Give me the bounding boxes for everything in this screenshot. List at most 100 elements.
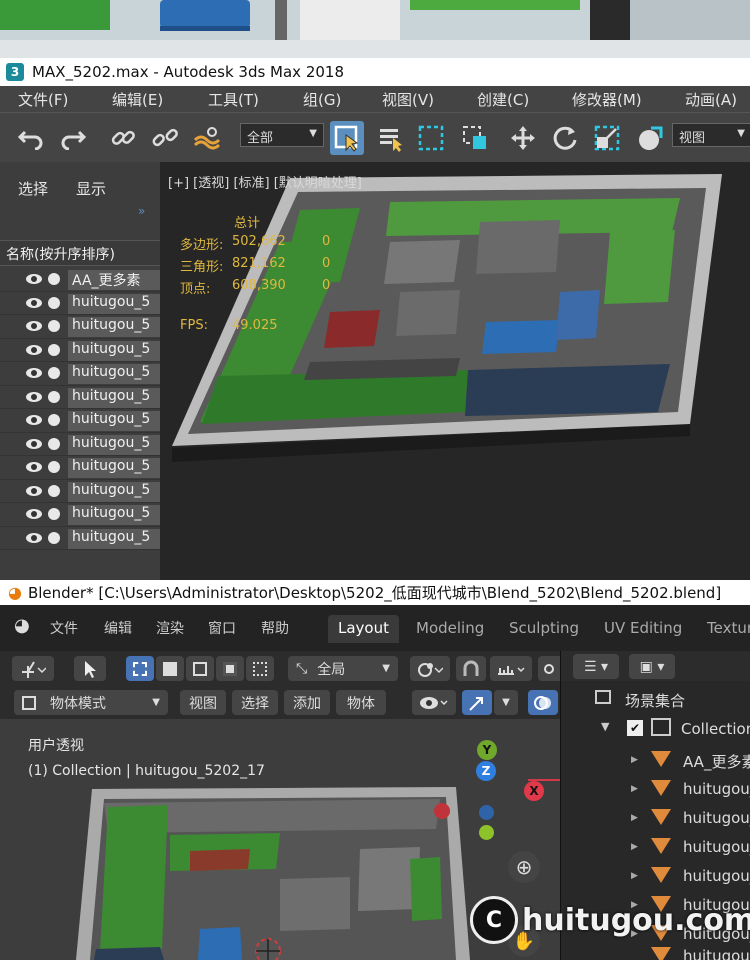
blender-logo-icon[interactable]: ◕ bbox=[14, 615, 30, 636]
select-subtract-icon[interactable] bbox=[186, 656, 214, 681]
explorer-column-header[interactable]: 名称(按升序排序) bbox=[0, 240, 160, 266]
menu-view[interactable]: 视图(V) bbox=[382, 89, 434, 110]
menu-edit[interactable]: 编辑(E) bbox=[112, 89, 163, 110]
outliner-scene-collection[interactable]: 场景集合 bbox=[561, 687, 750, 716]
tab-sculpting[interactable]: Sculpting bbox=[499, 615, 589, 643]
visibility-eye-icon[interactable] bbox=[26, 415, 42, 425]
menu-animation[interactable]: 动画(A) bbox=[685, 89, 737, 110]
select-extend-icon[interactable] bbox=[156, 656, 184, 681]
transform-pivot-icon[interactable] bbox=[12, 656, 54, 681]
gizmo-x-axis[interactable]: X bbox=[524, 781, 544, 801]
outliner-item[interactable]: huitugou_ bbox=[561, 941, 750, 960]
explorer-row[interactable]: AA_更多素 bbox=[0, 268, 160, 292]
unlink-icon[interactable] bbox=[148, 121, 182, 155]
pivot-point-icon[interactable] bbox=[410, 656, 450, 681]
filter-icon[interactable]: ▣ ▾ bbox=[629, 654, 675, 679]
freeze-dot-icon[interactable] bbox=[48, 320, 60, 332]
visibility-eye-icon[interactable] bbox=[26, 485, 42, 496]
select-and-place-icon[interactable] bbox=[632, 121, 666, 155]
select-cursor-icon[interactable] bbox=[74, 656, 106, 681]
window-crossing-icon[interactable] bbox=[458, 121, 492, 155]
rotate-icon[interactable] bbox=[548, 121, 582, 155]
freeze-dot-icon[interactable] bbox=[48, 273, 60, 285]
visibility-eye-icon[interactable] bbox=[26, 344, 42, 355]
menu-window[interactable]: 窗口 bbox=[208, 618, 236, 638]
redo-icon[interactable] bbox=[56, 121, 90, 155]
reference-coordinate-dropdown[interactable]: 视图 ▼ bbox=[672, 123, 750, 147]
outliner-item[interactable]: ▶ huitugou_ bbox=[561, 861, 750, 890]
select-by-name-icon[interactable] bbox=[374, 121, 408, 155]
freeze-dot-icon[interactable] bbox=[48, 531, 60, 544]
freeze-dot-icon[interactable] bbox=[48, 414, 60, 426]
menu-help[interactable]: 帮助 bbox=[261, 618, 289, 638]
explorer-row[interactable]: huitugou_5 bbox=[0, 362, 160, 386]
menu-file[interactable]: 文件 bbox=[50, 618, 78, 638]
menu-edit[interactable]: 编辑 bbox=[104, 618, 132, 638]
freeze-dot-icon[interactable] bbox=[48, 437, 60, 450]
transform-orientation-dropdown[interactable]: ⤡ 全局 ▼ bbox=[288, 656, 398, 681]
explorer-tab-select[interactable]: 选择 bbox=[18, 178, 48, 199]
tab-uv-editing[interactable]: UV Editing bbox=[594, 615, 692, 643]
menu-object[interactable]: 物体 bbox=[336, 690, 386, 715]
selection-filter-dropdown[interactable]: 全部 ▼ bbox=[240, 123, 324, 147]
freeze-dot-icon[interactable] bbox=[48, 461, 60, 473]
link-icon[interactable] bbox=[106, 121, 140, 155]
menu-select[interactable]: 选择 bbox=[232, 690, 278, 715]
menu-add[interactable]: 添加 bbox=[284, 690, 330, 715]
freeze-dot-icon[interactable] bbox=[48, 343, 60, 356]
viewport-label[interactable]: [+] [透视] [标准] [默认明暗处理] bbox=[168, 172, 362, 191]
select-intersect-icon[interactable] bbox=[246, 656, 274, 681]
overlays-toggle-icon[interactable] bbox=[528, 690, 558, 715]
undo-icon[interactable] bbox=[14, 121, 48, 155]
explorer-row[interactable]: huitugou_5 bbox=[0, 315, 160, 339]
explorer-row[interactable]: huitugou_5 bbox=[0, 480, 160, 503]
menu-group[interactable]: 组(G) bbox=[303, 89, 341, 110]
gizmo-dropdown[interactable]: ▼ bbox=[494, 690, 518, 715]
scale-icon[interactable] bbox=[590, 121, 624, 155]
menu-create[interactable]: 创建(C) bbox=[477, 89, 529, 110]
explorer-row[interactable]: huitugou_5 bbox=[0, 292, 160, 315]
bind-spacewarp-icon[interactable] bbox=[190, 121, 224, 155]
visibility-eye-icon[interactable] bbox=[26, 321, 42, 331]
outliner-collection[interactable]: ▼ ✔ Collection bbox=[561, 716, 750, 745]
menu-render[interactable]: 渲染 bbox=[156, 618, 184, 638]
expand-chevron-icon[interactable]: » bbox=[138, 204, 145, 218]
gizmo-toggle-icon[interactable] bbox=[462, 690, 492, 715]
visibility-eye-icon[interactable] bbox=[26, 509, 42, 519]
freeze-dot-icon[interactable] bbox=[48, 367, 60, 379]
gizmo-z-axis[interactable]: Z bbox=[476, 761, 496, 781]
freeze-dot-icon[interactable] bbox=[48, 390, 60, 403]
tab-layout[interactable]: Layout bbox=[328, 615, 399, 643]
tab-modeling[interactable]: Modeling bbox=[406, 615, 494, 643]
visibility-eye-icon[interactable] bbox=[26, 532, 42, 543]
proportional-edit-icon[interactable] bbox=[538, 656, 560, 681]
zoom-in-icon[interactable]: ⊕ bbox=[508, 851, 540, 883]
menu-view[interactable]: 视图 bbox=[180, 690, 226, 715]
explorer-tab-display[interactable]: 显示 bbox=[76, 178, 106, 199]
select-object-icon[interactable] bbox=[330, 121, 364, 155]
outliner-item[interactable]: ▶ huitugou_ bbox=[561, 803, 750, 832]
menu-file[interactable]: 文件(F) bbox=[18, 89, 68, 110]
max-perspective-viewport[interactable]: [+] [透视] [标准] [默认明暗处理] 总计 多边形: 502,662 0… bbox=[160, 162, 750, 580]
explorer-row[interactable]: huitugou_5 bbox=[0, 386, 160, 409]
mode-dropdown[interactable]: 物体模式 ▼ bbox=[14, 690, 168, 715]
menu-tools[interactable]: 工具(T) bbox=[208, 89, 259, 110]
pan-hand-icon[interactable]: ✋ bbox=[508, 925, 540, 957]
display-mode-icon[interactable]: ☰ ▾ bbox=[573, 654, 619, 679]
visibility-eye-icon[interactable] bbox=[26, 274, 42, 284]
rectangular-selection-icon[interactable] bbox=[414, 121, 448, 155]
visibility-eye-dropdown[interactable] bbox=[412, 690, 456, 715]
visibility-eye-icon[interactable] bbox=[26, 438, 42, 449]
outliner-item[interactable]: ▶ AA_更多素 bbox=[561, 745, 750, 774]
explorer-row[interactable]: huitugou_5 bbox=[0, 409, 160, 433]
tab-texture[interactable]: Texture bbox=[697, 615, 750, 643]
freeze-dot-icon[interactable] bbox=[48, 296, 60, 309]
freeze-dot-icon[interactable] bbox=[48, 484, 60, 497]
visibility-eye-icon[interactable] bbox=[26, 297, 42, 308]
visibility-eye-icon[interactable] bbox=[26, 368, 42, 378]
menu-modifiers[interactable]: 修改器(M) bbox=[572, 89, 642, 110]
blender-3d-viewport[interactable]: 用户透视 (1) Collection | huitugou_5202_17 Y… bbox=[0, 719, 560, 960]
gizmo-y-axis[interactable]: Y bbox=[477, 740, 497, 760]
explorer-row[interactable]: huitugou_5 bbox=[0, 339, 160, 362]
explorer-row[interactable]: huitugou_5 bbox=[0, 503, 160, 527]
